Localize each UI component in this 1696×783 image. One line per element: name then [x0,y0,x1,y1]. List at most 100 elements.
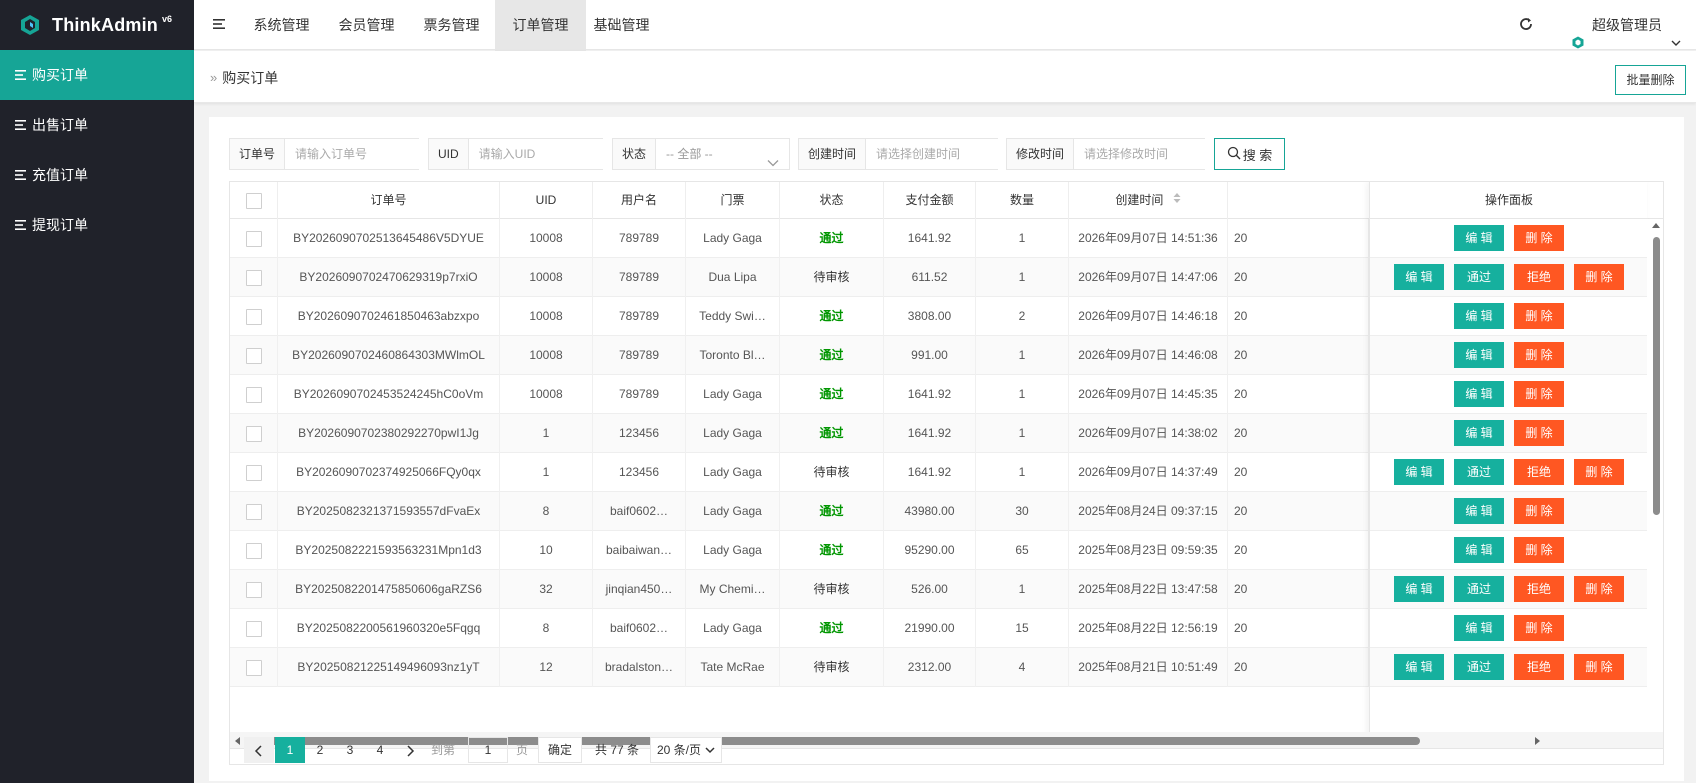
delete-button[interactable]: 删 除 [1514,420,1564,446]
column-header[interactable]: 数量 [976,182,1069,219]
reject-button[interactable]: 拒绝 [1514,576,1564,602]
edit-button[interactable]: 编 辑 [1394,576,1444,602]
delete-button[interactable]: 删 除 [1514,225,1564,251]
cell-qty: 2 [976,297,1069,336]
row-checkbox[interactable] [245,659,262,676]
cell-user: 789789 [593,258,686,297]
column-header[interactable]: 订单号 [278,182,500,219]
sidebar-item-label: 提现订单 [32,217,88,233]
edit-button[interactable]: 编 辑 [1454,303,1504,329]
cell-created: 2026年09月07日 14:38:02 [1069,414,1228,453]
approve-button[interactable]: 通过 [1454,459,1504,485]
select-all-checkbox[interactable] [245,192,262,209]
header-tab[interactable]: 基础管理 [586,0,657,53]
batch-delete-button[interactable]: 批量删除 [1615,65,1686,95]
delete-button[interactable]: 删 除 [1574,576,1624,602]
row-checkbox[interactable] [245,308,262,325]
vertical-scrollbar[interactable] [1647,219,1663,748]
delete-button[interactable]: 删 除 [1514,342,1564,368]
row-checkbox[interactable] [245,620,262,637]
row-checkbox[interactable] [245,386,262,403]
vertical-scroll-thumb[interactable] [1653,237,1660,515]
edit-button[interactable]: 编 辑 [1394,459,1444,485]
per-page-select[interactable]: 20 条/页 [650,737,723,763]
row-checkbox[interactable] [245,542,262,559]
page-number-button[interactable]: 1 [275,737,305,763]
cell-extra: 20 [1228,297,1369,336]
next-page-button[interactable] [395,737,425,763]
cell-ticket: Lady Gaga [686,453,780,492]
header-tab[interactable]: 会员管理 [331,0,402,53]
cell-uid: 10008 [500,336,593,375]
row-checkbox[interactable] [245,581,262,598]
prev-page-button[interactable] [244,737,274,763]
menu-toggle-icon[interactable] [212,16,228,32]
sidebar-item[interactable]: 购买订单 [0,50,194,100]
column-header[interactable]: 用户名 [593,182,686,219]
cell-user: bradalston… [593,648,686,687]
approve-button[interactable]: 通过 [1454,264,1504,290]
created-time-column-header[interactable]: 创建时间 [1069,182,1228,219]
delete-button[interactable]: 删 除 [1574,654,1624,680]
cell-status: 待审核 [780,570,884,609]
row-checkbox[interactable] [245,464,262,481]
delete-button[interactable]: 删 除 [1514,303,1564,329]
edit-button[interactable]: 编 辑 [1454,381,1504,407]
search-button[interactable]: 搜 索 [1214,138,1285,170]
reject-button[interactable]: 拒绝 [1514,264,1564,290]
refresh-icon[interactable] [1518,16,1534,32]
column-header[interactable]: UID [500,182,593,219]
header-tab[interactable]: 票务管理 [416,0,487,53]
delete-button[interactable]: 删 除 [1514,537,1564,563]
header-tab[interactable]: 订单管理 [495,0,586,53]
sidebar-item[interactable]: 充值订单 [0,150,194,200]
edit-button[interactable]: 编 辑 [1454,615,1504,641]
created-time-label: 创建时间 [799,139,867,169]
cell-qty: 1 [976,258,1069,297]
page-number-button[interactable]: 3 [335,737,365,763]
reject-button[interactable]: 拒绝 [1514,654,1564,680]
edit-button[interactable]: 编 辑 [1394,654,1444,680]
column-header[interactable]: 状态 [780,182,884,219]
goto-page-input[interactable]: 1 [468,737,508,763]
goto-confirm-button[interactable]: 确定 [538,737,582,763]
page-number-button[interactable]: 4 [365,737,395,763]
edit-button[interactable]: 编 辑 [1454,225,1504,251]
reject-button[interactable]: 拒绝 [1514,459,1564,485]
cell-status: 通过 [780,336,884,375]
column-header[interactable]: 支付金额 [884,182,976,219]
cell-status: 待审核 [780,453,884,492]
row-checkbox[interactable] [245,347,262,364]
row-checkbox[interactable] [245,425,262,442]
app-logo[interactable]: ThinkAdmin v6 [0,0,194,50]
approve-button[interactable]: 通过 [1454,654,1504,680]
scroll-up-icon[interactable] [1652,223,1660,228]
status-select[interactable]: -- 全部 -- [656,139,789,169]
delete-button[interactable]: 删 除 [1574,459,1624,485]
sort-icon[interactable] [1173,182,1181,219]
edit-button[interactable]: 编 辑 [1454,342,1504,368]
row-checkbox[interactable] [245,503,262,520]
row-checkbox[interactable] [245,269,262,286]
cell-uid: 8 [500,492,593,531]
delete-button[interactable]: 删 除 [1514,615,1564,641]
column-header[interactable]: 门票 [686,182,780,219]
cell-status: 通过 [780,609,884,648]
cell-extra: 20 [1228,609,1369,648]
page-number-button[interactable]: 2 [305,737,335,763]
cell-created: 2026年09月07日 14:37:49 [1069,453,1228,492]
delete-button[interactable]: 删 除 [1514,381,1564,407]
row-select-cell [230,336,278,375]
header-tab[interactable]: 系统管理 [246,0,317,53]
approve-button[interactable]: 通过 [1454,576,1504,602]
edit-button[interactable]: 编 辑 [1454,420,1504,446]
edit-button[interactable]: 编 辑 [1454,498,1504,524]
delete-button[interactable]: 删 除 [1514,498,1564,524]
edit-button[interactable]: 编 辑 [1454,537,1504,563]
user-menu[interactable]: 超级管理员 [1572,0,1682,50]
sidebar-item[interactable]: 提现订单 [0,200,194,250]
row-checkbox[interactable] [245,230,262,247]
edit-button[interactable]: 编 辑 [1394,264,1444,290]
sidebar-item[interactable]: 出售订单 [0,100,194,150]
delete-button[interactable]: 删 除 [1574,264,1624,290]
